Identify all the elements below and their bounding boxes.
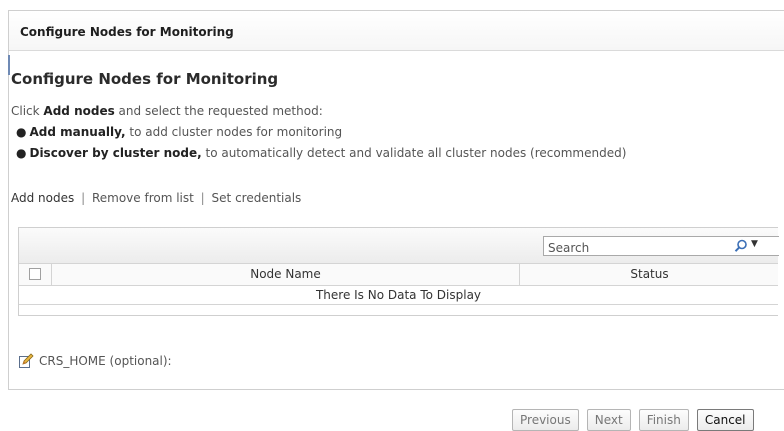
separator: | — [200, 191, 205, 205]
bullet-discover: ● Discover by cluster node, to automatica… — [16, 146, 626, 160]
crs-home-label: CRS_HOME (optional): — [39, 354, 172, 368]
previous-button[interactable]: Previous — [512, 409, 579, 431]
empty-message: There Is No Data To Display — [19, 286, 778, 305]
grid-toolbar: ▼ — [19, 228, 779, 264]
set-credentials-link[interactable]: Set credentials — [212, 191, 302, 205]
bullet-text: to automatically detect and validate all… — [201, 146, 627, 160]
node-actions: Add nodes | Remove from list | Set crede… — [11, 191, 301, 205]
nodes-grid: ▼ Node Name Status There Is No Data To D… — [18, 227, 779, 316]
bullet-add-manually: ● Add manually, to add cluster nodes for … — [16, 125, 342, 139]
bullet-bold: Discover by cluster node, — [29, 146, 202, 160]
bullet-dot: ● — [16, 146, 27, 160]
select-all-cell — [19, 264, 52, 285]
bullet-dot: ● — [16, 125, 27, 139]
bullet-text: to add cluster nodes for monitoring — [125, 125, 343, 139]
intro-prefix: Click — [11, 104, 44, 118]
grid-header: Node Name Status — [19, 264, 778, 286]
column-status[interactable]: Status — [520, 264, 779, 285]
edit-icon[interactable] — [18, 353, 34, 369]
separator: | — [81, 191, 86, 205]
add-nodes-link[interactable]: Add nodes — [11, 191, 74, 205]
intro-bold: Add nodes — [43, 104, 115, 118]
select-all-checkbox[interactable] — [29, 268, 41, 280]
remove-from-list-link[interactable]: Remove from list — [92, 191, 194, 205]
intro-suffix: and select the requested method: — [114, 104, 323, 118]
dialog-title: Configure Nodes for Monitoring — [9, 11, 784, 51]
bullet-bold: Add manually, — [29, 125, 126, 139]
focus-accent — [8, 55, 10, 75]
crs-home-field[interactable]: CRS_HOME (optional): — [18, 353, 172, 369]
search-input[interactable] — [544, 239, 718, 257]
column-node-name[interactable]: Node Name — [52, 264, 520, 285]
cancel-button[interactable]: Cancel — [696, 409, 754, 431]
chevron-down-icon[interactable]: ▼ — [751, 239, 758, 249]
intro-text: Click Add nodes and select the requested… — [11, 104, 323, 118]
search-box: ▼ — [543, 236, 779, 257]
search-icon[interactable] — [734, 239, 748, 253]
finish-button[interactable]: Finish — [638, 409, 689, 431]
wizard-buttons: Previous Next Finish Cancel — [512, 409, 754, 431]
page-heading: Configure Nodes for Monitoring — [11, 70, 279, 88]
next-button[interactable]: Next — [586, 409, 631, 431]
